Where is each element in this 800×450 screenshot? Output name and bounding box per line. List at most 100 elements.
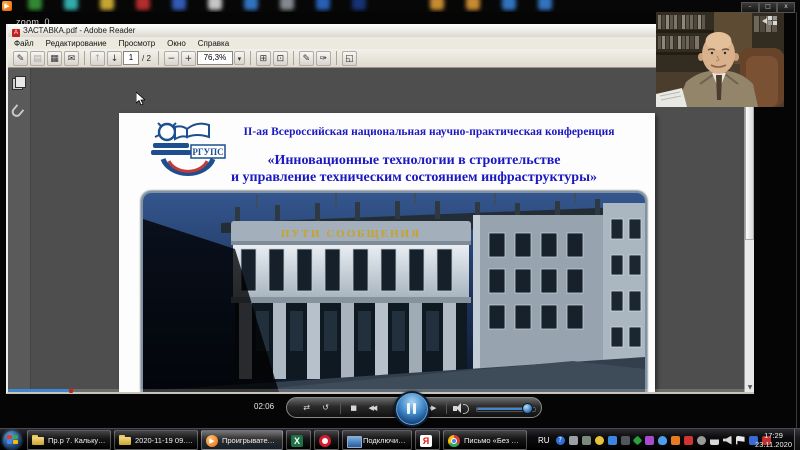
- webcam-speaker-view: [656, 12, 784, 107]
- building-image: ПУТИ СООБЩЕНИЯ: [141, 191, 647, 392]
- controls-separator: [340, 402, 341, 414]
- seek-bar-handle[interactable]: [69, 388, 73, 393]
- taskbar-media-player[interactable]: ▶ Проигрыватель...: [201, 430, 283, 450]
- taskbar-connect[interactable]: Подключиться к...: [342, 430, 412, 450]
- seek-bar-progress: [8, 389, 70, 392]
- start-button[interactable]: [3, 431, 21, 449]
- app-red-icon[interactable]: [684, 436, 693, 445]
- desktop: zoom_0 AЗАСТАВКА.pdf - Adobe Reader Файл…: [0, 0, 800, 450]
- email-icon[interactable]: ✉: [64, 51, 79, 66]
- chrome-icon: [448, 435, 461, 446]
- building-sign-text: ПУТИ СООБЩЕНИЯ: [281, 228, 421, 240]
- toolbar-separator: [336, 51, 337, 65]
- language-indicator[interactable]: RU: [538, 436, 550, 445]
- minimize-button[interactable]: –: [741, 2, 759, 13]
- media-player-video-area[interactable]: zoom_0 AЗАСТАВКА.pdf - Adobe Reader Файл…: [0, 12, 800, 428]
- adobe-window-title: ЗАСТАВКА.pdf - Adobe Reader: [23, 26, 135, 35]
- taskbar-chrome-mail[interactable]: Письмо «Без те...: [443, 430, 527, 450]
- zoom-in-icon[interactable]: +: [181, 51, 196, 66]
- mute-icon[interactable]: [452, 402, 467, 414]
- fit-width-icon[interactable]: ⊞: [256, 51, 271, 66]
- zoom-out-icon[interactable]: −: [164, 51, 179, 66]
- controls-separator: [446, 402, 447, 414]
- usb-icon[interactable]: [569, 436, 578, 445]
- network-icon[interactable]: [710, 436, 719, 445]
- cloud-icon[interactable]: [658, 436, 667, 445]
- taskbar-excel[interactable]: X: [286, 430, 311, 450]
- clock-time: 17:29: [755, 431, 792, 440]
- repeat-icon[interactable]: ↺: [316, 403, 335, 412]
- shuffle-icon[interactable]: ⇄: [297, 403, 316, 412]
- mouse-cursor: [136, 92, 145, 105]
- gray-circle-icon[interactable]: [697, 436, 706, 445]
- taskbar: Пр.р 7. Калькуля... 2020-11-19 09.05... …: [0, 428, 800, 450]
- adobe-document-area: РГУПС II-ая Всероссийская национальная н…: [8, 68, 754, 392]
- maximize-button[interactable]: □: [759, 2, 777, 13]
- page-total-label: / 2: [142, 54, 151, 63]
- comment-icon[interactable]: ✎: [299, 51, 314, 66]
- toolbar-separator: [293, 51, 294, 65]
- zoom-level-value[interactable]: 76,3%: [197, 51, 233, 65]
- player-app-icon: ▶: [2, 1, 12, 11]
- stop-icon[interactable]: ■: [346, 404, 361, 412]
- attachments-paperclip-icon[interactable]: [12, 106, 25, 119]
- diamond-green-icon[interactable]: [632, 435, 642, 445]
- app-dark-icon[interactable]: [621, 436, 630, 445]
- action-center-flag-icon[interactable]: [736, 436, 745, 445]
- taskbar-folder2[interactable]: 2020-11-19 09.05...: [114, 430, 198, 450]
- close-button[interactable]: x: [777, 2, 795, 13]
- zoom-dropdown-icon[interactable]: ▾: [234, 51, 245, 65]
- yandex-icon: Я: [420, 435, 433, 446]
- show-desktop-button[interactable]: [794, 429, 800, 450]
- conference-title-line1: II-ая Всероссийская национальная научно-…: [209, 126, 649, 138]
- taskbar-clock[interactable]: 17:29 23.11.2020: [755, 431, 792, 449]
- video-right-edge: [796, 12, 797, 428]
- adobe-navigation-pane: [8, 68, 31, 392]
- conference-title-line2: «Инновационные технологии в строительств…: [179, 153, 649, 169]
- pause-button[interactable]: [394, 391, 430, 427]
- view-toggle-icon[interactable]: [762, 16, 778, 26]
- toolbar-separator: [250, 51, 251, 65]
- conference-title-line3: и управление техническим состоянием инфр…: [179, 170, 649, 186]
- fullscreen-icon[interactable]: ◱: [342, 51, 357, 66]
- seek-bar[interactable]: [8, 389, 748, 392]
- taskbar-yandex[interactable]: Я: [415, 430, 440, 450]
- opera-icon: [319, 435, 332, 446]
- sign-document-icon[interactable]: ✎: [13, 51, 28, 66]
- media-player-icon: ▶: [206, 435, 219, 446]
- rewind-icon[interactable]: ◀◀: [361, 404, 382, 412]
- adobe-titlebar[interactable]: AЗАСТАВКА.pdf - Adobe Reader: [8, 24, 754, 37]
- system-tray: RU ?: [538, 429, 773, 450]
- elapsed-time: 02:06: [254, 402, 274, 411]
- app-purple-icon[interactable]: [645, 436, 654, 445]
- app-blue-icon[interactable]: [608, 436, 617, 445]
- taskbar-folder1[interactable]: Пр.р 7. Калькуля...: [27, 430, 111, 450]
- highlight-icon[interactable]: ✑: [316, 51, 331, 66]
- toolbar-separator: [158, 51, 159, 65]
- adobe-menubar: ФайлРедактированиеПросмотрОкноСправка: [8, 37, 754, 49]
- page-number-input[interactable]: 1: [123, 51, 139, 65]
- volume-icon[interactable]: [723, 436, 732, 445]
- taskbar-opera[interactable]: [314, 430, 339, 450]
- excel-icon: X: [291, 435, 304, 446]
- next-page-icon[interactable]: ↓: [107, 51, 122, 66]
- pdf-page: РГУПС II-ая Всероссийская национальная н…: [119, 113, 655, 392]
- folder-icon: [32, 435, 45, 446]
- scrollbar-thumb[interactable]: [745, 104, 754, 240]
- adobe-toolbar: ✎ ▤ ▦ ✉ ↑ ↓ 1 / 2 − + 76,3% ▾ ⊞ ⊡ ✎ ✑: [8, 49, 754, 68]
- volume-thumb[interactable]: [522, 403, 533, 414]
- toolbar-separator: [84, 51, 85, 65]
- print-icon[interactable]: ▦: [47, 51, 62, 66]
- fit-page-icon[interactable]: ⊡: [273, 51, 288, 66]
- vertical-scrollbar[interactable]: ▲ ▼: [744, 68, 754, 392]
- adobe-reader-window: AЗАСТАВКА.pdf - Adobe Reader ФайлРедакти…: [6, 24, 754, 394]
- volume-slider[interactable]: [476, 403, 531, 413]
- previous-page-icon[interactable]: ↑: [90, 51, 105, 66]
- help-icon[interactable]: ?: [556, 436, 565, 445]
- page-thumbnails-icon[interactable]: [12, 76, 25, 89]
- app-orange-icon[interactable]: [671, 436, 680, 445]
- save-icon[interactable]: ▤: [30, 51, 45, 66]
- player-titlebar[interactable]: [0, 0, 800, 12]
- flower-icon[interactable]: [595, 436, 604, 445]
- phone-icon[interactable]: [582, 436, 591, 445]
